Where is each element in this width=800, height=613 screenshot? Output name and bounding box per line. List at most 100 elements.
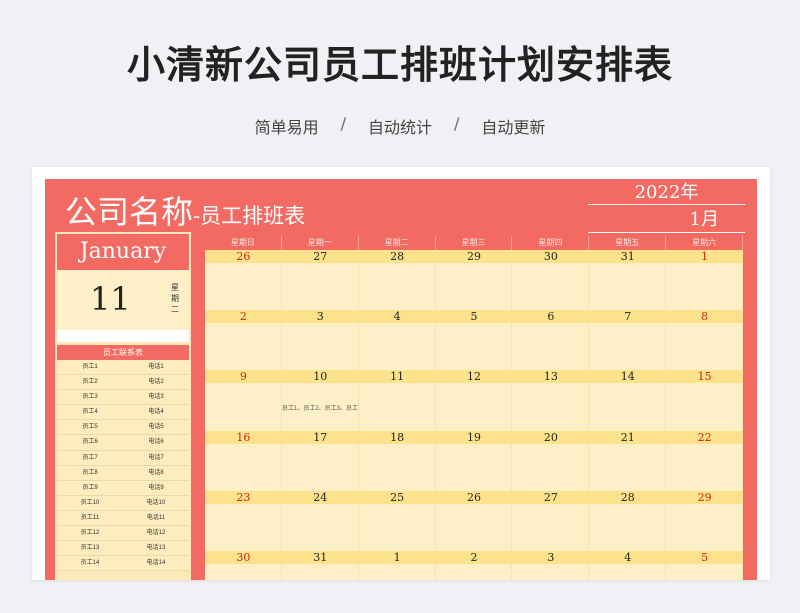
employee-name[interactable]: 员工11: [57, 511, 123, 525]
shift-cell[interactable]: [205, 503, 282, 551]
employee-name[interactable]: 员工2: [57, 375, 123, 389]
shift-cell[interactable]: [205, 323, 282, 371]
employee-name[interactable]: 员工3: [57, 390, 123, 404]
shift-cell[interactable]: [512, 323, 590, 371]
shift-cell[interactable]: [205, 443, 282, 491]
shift-cell[interactable]: [512, 443, 590, 491]
employee-name[interactable]: 员工12: [57, 526, 123, 540]
employee-name[interactable]: 员工5: [57, 420, 123, 434]
date-number: 16: [236, 430, 251, 444]
shift-cell[interactable]: [512, 503, 590, 551]
contact-row[interactable]: 员工13 电话13: [57, 541, 189, 557]
month-field[interactable]: 1月: [588, 205, 745, 233]
shift-cell[interactable]: [205, 563, 282, 580]
shift-cell[interactable]: [282, 263, 359, 311]
company-name[interactable]: 公司名称: [65, 193, 193, 231]
employee-phone[interactable]: 电话7: [123, 451, 189, 465]
shift-cell[interactable]: [589, 563, 667, 580]
shift-note: 员工1、员工2、员工3、员工: [282, 406, 359, 413]
employee-name[interactable]: 员工4: [57, 405, 123, 419]
shift-cell[interactable]: [436, 563, 513, 580]
shift-cell[interactable]: [205, 263, 282, 311]
contact-row[interactable]: 员工3 电话3: [57, 390, 189, 406]
employee-name[interactable]: 员工14: [57, 556, 123, 570]
employee-phone[interactable]: 电话12: [123, 526, 189, 540]
shift-cell[interactable]: [436, 383, 513, 431]
contact-row[interactable]: 员工1 电话1: [57, 360, 189, 376]
employee-phone[interactable]: 电话13: [123, 541, 189, 555]
contact-row[interactable]: 员工9 电话9: [57, 480, 189, 496]
employee-phone[interactable]: 电话10: [123, 496, 189, 510]
employee-name[interactable]: 员工13: [57, 541, 123, 555]
date-row: 2 3 4 5 6 7 8: [205, 310, 743, 324]
employee-phone[interactable]: 电话9: [123, 481, 189, 495]
employee-phone[interactable]: 电话1: [123, 360, 189, 374]
date-number: 1: [393, 550, 401, 564]
date-number: 30: [236, 550, 251, 564]
shift-cell[interactable]: [359, 503, 436, 551]
shift-cell[interactable]: [282, 563, 359, 580]
shift-cell[interactable]: [589, 503, 667, 551]
employee-phone[interactable]: 电话4: [123, 405, 189, 419]
shift-cell[interactable]: [436, 263, 513, 311]
employee-phone[interactable]: 电话14: [123, 556, 189, 570]
contact-row[interactable]: 员工6 电话6: [57, 435, 189, 451]
shift-cell[interactable]: [436, 443, 513, 491]
shift-cell[interactable]: [666, 383, 744, 431]
employee-name[interactable]: 员工6: [57, 435, 123, 449]
shift-cell[interactable]: [512, 383, 590, 431]
contact-row[interactable]: 员工2 电话2: [57, 375, 189, 391]
shift-cell[interactable]: [589, 263, 667, 311]
employee-phone[interactable]: 电话8: [123, 466, 189, 480]
shift-cell[interactable]: [282, 323, 359, 371]
calendar-week: 26 27 28 29 30 31 1: [205, 250, 744, 311]
shift-cell[interactable]: [205, 383, 282, 431]
contact-row[interactable]: 员工10 电话10: [57, 495, 189, 511]
contact-row[interactable]: 员工8 电话8: [57, 465, 189, 481]
shift-cell[interactable]: [282, 443, 359, 491]
shift-row: [205, 323, 744, 371]
shift-cell[interactable]: [589, 323, 667, 371]
shift-cell[interactable]: [666, 563, 744, 580]
contact-row[interactable]: 员工5 电话5: [57, 420, 189, 436]
shift-cell[interactable]: [589, 443, 667, 491]
employee-name[interactable]: 员工1: [57, 360, 123, 374]
contact-row[interactable]: 员工12 电话12: [57, 526, 189, 542]
shift-cell[interactable]: [512, 263, 590, 311]
employee-phone[interactable]: 电话3: [123, 390, 189, 404]
date-number: 29: [467, 250, 481, 263]
employee-name[interactable]: 员工10: [57, 496, 123, 510]
calendar-weeks: 26 27 28 29 30 31 1 2 3 4 5 6 7 8 9 10 11 12 13 14 15 员工1、员工2…: [205, 250, 744, 580]
year-field[interactable]: 2022年: [588, 181, 745, 205]
shift-cell[interactable]: [359, 443, 436, 491]
employee-phone[interactable]: 电话5: [123, 420, 189, 434]
shift-cell[interactable]: [359, 323, 436, 371]
shift-cell[interactable]: [282, 503, 359, 551]
contact-row[interactable]: 员工4 电话4: [57, 405, 189, 421]
shift-cell[interactable]: [589, 383, 667, 431]
employee-phone[interactable]: 电话6: [123, 435, 189, 449]
contact-row[interactable]: 员工7 电话7: [57, 450, 189, 466]
shift-cell[interactable]: [666, 323, 744, 371]
shift-cell[interactable]: [359, 263, 436, 311]
shift-cell[interactable]: [359, 563, 436, 580]
employee-name[interactable]: 员工8: [57, 466, 123, 480]
weekday-label: 星期二: [359, 236, 436, 250]
shift-cell[interactable]: [436, 323, 513, 371]
employee-name[interactable]: 员工7: [57, 451, 123, 465]
date-number: 6: [547, 310, 555, 324]
employee-phone[interactable]: 电话11: [123, 511, 189, 525]
date-row: 9 10 11 12 13 14 15: [205, 370, 743, 384]
shift-cell[interactable]: [512, 563, 590, 580]
shift-cell[interactable]: [666, 443, 744, 491]
shift-cell[interactable]: [666, 503, 744, 551]
date-number: 28: [390, 250, 405, 263]
shift-cell[interactable]: [436, 503, 513, 551]
contact-row[interactable]: 员工14 电话14: [57, 556, 189, 572]
employee-phone[interactable]: 电话2: [123, 375, 189, 389]
shift-cell[interactable]: [359, 383, 436, 431]
employee-name[interactable]: 员工9: [57, 481, 123, 495]
date-number: 3: [547, 550, 555, 564]
shift-cell[interactable]: [666, 263, 744, 311]
contact-row[interactable]: 员工11 电话11: [57, 510, 189, 527]
